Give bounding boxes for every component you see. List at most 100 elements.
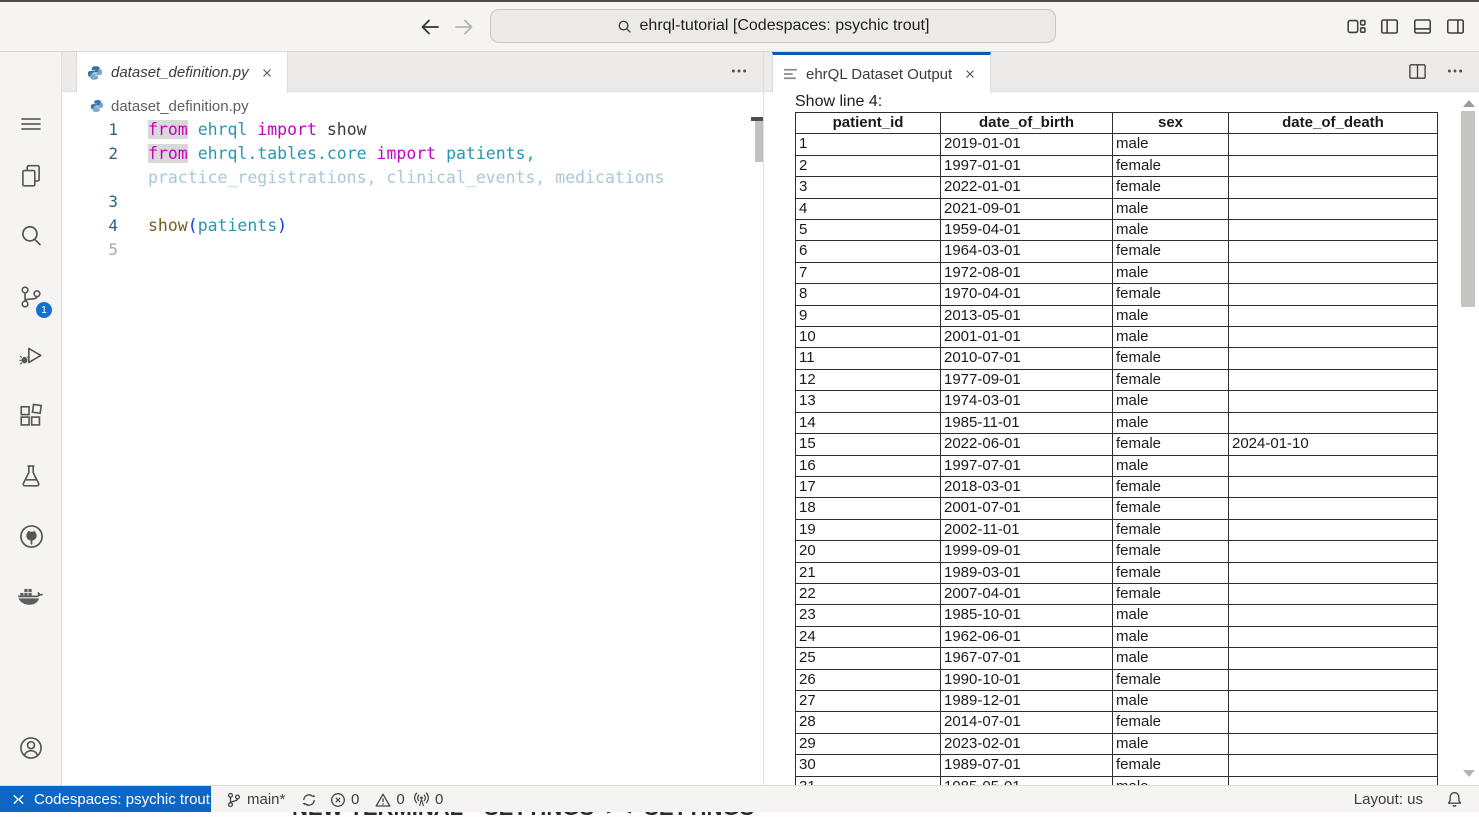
- breadcrumb[interactable]: dataset_definition.py: [62, 93, 249, 119]
- search-icon: [617, 19, 632, 34]
- table-cell: 28: [796, 712, 941, 733]
- tab-ehrql-dataset-output[interactable]: ehrQL Dataset Output: [772, 52, 991, 93]
- branch-status[interactable]: main*: [226, 786, 317, 813]
- close-tab-button[interactable]: [960, 64, 980, 84]
- keyboard-layout-status[interactable]: Layout: us: [1354, 786, 1423, 813]
- table-cell: 1964-03-01: [941, 241, 1113, 262]
- toggle-primary-sidebar-button[interactable]: [1379, 16, 1399, 36]
- editor-more-actions-button[interactable]: [726, 58, 752, 84]
- sidebar-item-explorer[interactable]: [7, 152, 55, 200]
- command-center-search[interactable]: ehrql-tutorial [Codespaces: psychic trou…: [490, 9, 1056, 43]
- sidebar-item-search[interactable]: [7, 212, 55, 260]
- table-row: 222007-04-01female: [796, 583, 1438, 604]
- scm-badge: 1: [36, 302, 52, 318]
- customize-layout-button[interactable]: [1346, 16, 1366, 36]
- tab-dataset-definition[interactable]: dataset_definition.py: [76, 52, 288, 93]
- toggle-panel-button[interactable]: [1412, 16, 1432, 36]
- table-cell: 7: [796, 262, 941, 283]
- back-arrow-button[interactable]: [418, 15, 442, 39]
- table-row: 182001-07-01female: [796, 498, 1438, 519]
- code-line: 1from ehrql import show: [62, 118, 752, 142]
- table-cell: [1229, 648, 1438, 669]
- table-cell: male: [1113, 455, 1229, 476]
- panel-more-actions-button[interactable]: [1442, 58, 1468, 84]
- table-row: 261990-10-01female: [796, 669, 1438, 690]
- table-header-row: patient_iddate_of_birthsexdate_of_death: [796, 113, 1438, 134]
- table-row: 241962-06-01male: [796, 626, 1438, 647]
- forward-arrow-button[interactable]: [452, 15, 476, 39]
- scroll-up-arrow[interactable]: [1463, 100, 1475, 107]
- table-row: 301989-07-01female: [796, 755, 1438, 776]
- table-cell: male: [1113, 605, 1229, 626]
- table-cell: female: [1113, 369, 1229, 390]
- table-cell: male: [1113, 391, 1229, 412]
- table-cell: female: [1113, 583, 1229, 604]
- sidebar-item-source-control[interactable]: 1: [7, 273, 55, 321]
- window-title: ehrql-tutorial [Codespaces: psychic trou…: [640, 17, 930, 35]
- ports-count: 0: [435, 791, 443, 808]
- table-cell: 2010-07-01: [941, 348, 1113, 369]
- panel-scrollbar[interactable]: [1461, 111, 1475, 307]
- sidebar-item-docker[interactable]: [7, 572, 55, 620]
- problems-status[interactable]: 0 0: [330, 786, 405, 813]
- table-cell: [1229, 712, 1438, 733]
- split-editor-button[interactable]: [1404, 58, 1430, 84]
- table-cell: male: [1113, 626, 1229, 647]
- table-cell: [1229, 626, 1438, 647]
- table-cell: female: [1113, 541, 1229, 562]
- table-cell: 2022-06-01: [941, 434, 1113, 455]
- table-row: 251967-07-01male: [796, 648, 1438, 669]
- notifications-button[interactable]: [1446, 786, 1463, 813]
- table-row: 161997-07-01male: [796, 455, 1438, 476]
- webview-icon: [783, 68, 798, 80]
- table-cell: 26: [796, 669, 941, 690]
- table-cell: [1229, 327, 1438, 348]
- table-cell: 1989-07-01: [941, 755, 1113, 776]
- sidebar-item-testing[interactable]: [7, 452, 55, 500]
- remote-indicator[interactable]: Codespaces: psychic trout: [0, 786, 211, 813]
- menu-button[interactable]: [7, 100, 55, 148]
- sidebar-item-extensions[interactable]: [7, 392, 55, 440]
- table-cell: 1989-12-01: [941, 690, 1113, 711]
- close-tab-button[interactable]: [257, 63, 277, 83]
- table-cell: [1229, 284, 1438, 305]
- clipped-text-fragment: SETTINGS >< SETTINGS: [484, 812, 754, 817]
- code-text: show(patients): [118, 214, 287, 238]
- search-icon: [18, 223, 44, 249]
- code-editor[interactable]: 1from ehrql import show2from ehrql.table…: [62, 118, 752, 718]
- line-number: 2: [62, 142, 118, 166]
- table-cell: 5: [796, 220, 941, 241]
- line-number: [62, 166, 118, 190]
- table-cell: 31: [796, 776, 941, 785]
- table-cell: 11: [796, 348, 941, 369]
- table-cell: [1229, 690, 1438, 711]
- line-number: 3: [62, 190, 118, 214]
- remote-label: Codespaces: psychic trout: [34, 791, 210, 808]
- breadcrumb-item[interactable]: dataset_definition.py: [111, 98, 249, 115]
- table-row: 271989-12-01male: [796, 690, 1438, 711]
- toggle-secondary-sidebar-button[interactable]: [1445, 16, 1465, 36]
- ports-status[interactable]: 0: [413, 786, 443, 813]
- table-row: 121977-09-01female: [796, 369, 1438, 390]
- tab-label: dataset_definition.py: [111, 64, 249, 81]
- table-row: 311985-05-01male: [796, 776, 1438, 785]
- account-icon: [18, 735, 44, 761]
- table-cell: female: [1113, 755, 1229, 776]
- column-header: sex: [1113, 113, 1229, 134]
- accounts-button[interactable]: [7, 724, 55, 772]
- scroll-down-arrow[interactable]: [1463, 770, 1475, 777]
- ehrql-output-panel: Show line 4: patient_iddate_of_birthsexd…: [764, 92, 1479, 785]
- table-cell: 3: [796, 177, 941, 198]
- table-row: 231985-10-01male: [796, 605, 1438, 626]
- table-cell: male: [1113, 220, 1229, 241]
- table-cell: 1974-03-01: [941, 391, 1113, 412]
- git-branch-icon: [226, 792, 242, 808]
- radio-tower-icon: [413, 791, 430, 808]
- sidebar-item-github[interactable]: [7, 512, 55, 560]
- table-cell: 14: [796, 412, 941, 433]
- sidebar-item-run-debug[interactable]: [7, 332, 55, 380]
- table-cell: male: [1113, 690, 1229, 711]
- table-row: 211989-03-01female: [796, 562, 1438, 583]
- table-cell: female: [1113, 348, 1229, 369]
- table-cell: 16: [796, 455, 941, 476]
